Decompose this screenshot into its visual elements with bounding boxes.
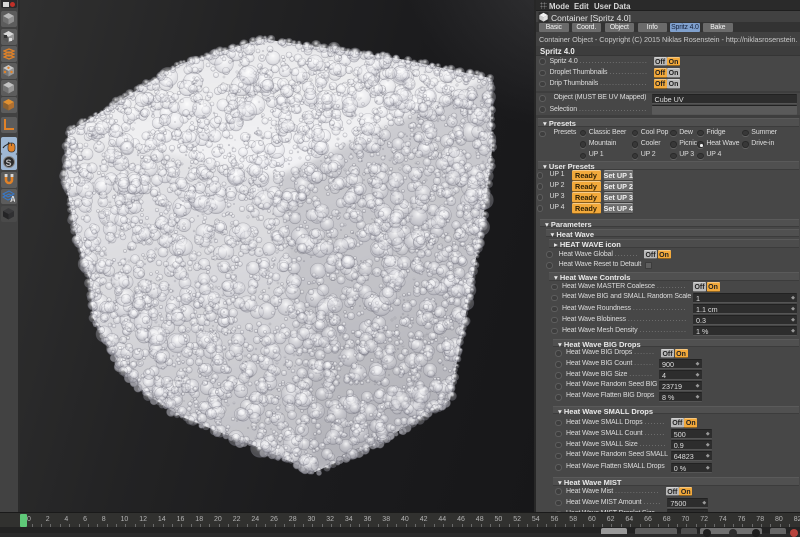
svg-text:A: A [10,195,15,203]
